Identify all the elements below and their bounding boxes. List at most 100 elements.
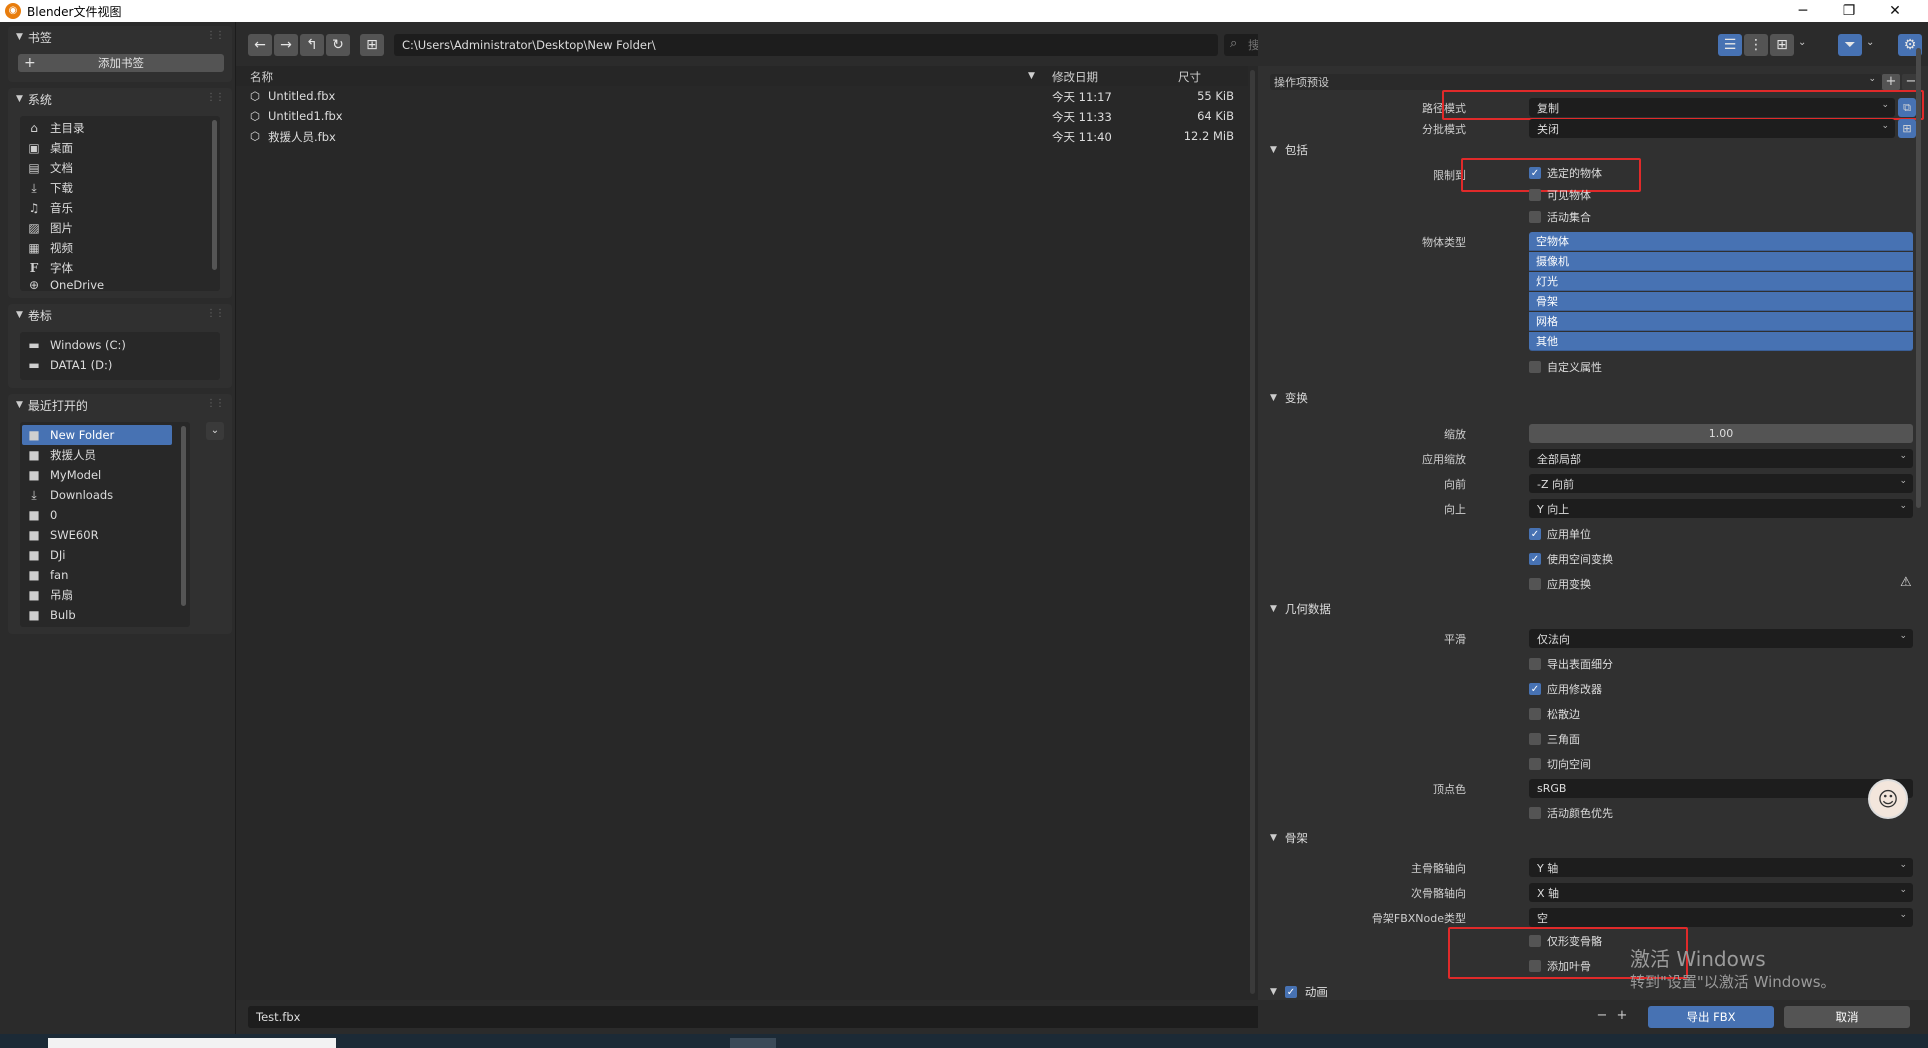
- list-view-icon[interactable]: ☰: [1718, 34, 1742, 56]
- recent-item[interactable]: ■ DJi: [26, 545, 65, 565]
- grid-view-icon[interactable]: ⊞: [1770, 34, 1794, 56]
- column-date-header[interactable]: 修改日期: [1052, 69, 1098, 85]
- sidebar-item-drive-d[interactable]: ▬ DATA1 (D:): [26, 355, 112, 375]
- add-bookmark-button[interactable]: + 添加书签: [18, 54, 224, 72]
- sidebar-item-desktop[interactable]: ▣ 桌面: [26, 138, 73, 158]
- up-select[interactable]: Y 向上 ⌄: [1529, 499, 1913, 518]
- apply-transform-checkbox[interactable]: 应用变换: [1529, 575, 1591, 593]
- subdivision-checkbox[interactable]: 导出表面细分: [1529, 655, 1613, 673]
- system-scrollbar[interactable]: [212, 120, 217, 270]
- visible-objects-checkbox[interactable]: 可见物体: [1529, 186, 1591, 204]
- smoothing-select[interactable]: 仅法向 ⌄: [1529, 629, 1913, 648]
- operator-presets[interactable]: 操作项预设 ⌄: [1270, 74, 1882, 90]
- sidebar-item-fonts[interactable]: F 字体: [26, 258, 73, 278]
- sidebar-item-drive-c[interactable]: ▬ Windows (C:): [26, 335, 126, 355]
- grip-icon[interactable]: ⋮⋮: [206, 92, 225, 103]
- recent-item-new-folder[interactable]: ■ New Folder: [22, 425, 172, 445]
- grip-icon[interactable]: ⋮⋮: [206, 308, 225, 319]
- sort-chevron-icon[interactable]: ▼: [1028, 71, 1035, 81]
- system-header[interactable]: ▼ 系统 ⋮⋮: [8, 88, 232, 110]
- tangent-space-checkbox[interactable]: 切向空间: [1529, 755, 1591, 773]
- batch-own-dir-icon[interactable]: ⊞: [1898, 119, 1916, 138]
- sidebar-item-pictures[interactable]: ▨ 图片: [26, 218, 73, 238]
- loose-edges-checkbox[interactable]: 松散边: [1529, 705, 1580, 723]
- taskbar-app[interactable]: [730, 1038, 776, 1048]
- recent-item[interactable]: ■ 吊扇: [26, 585, 73, 605]
- add-preset-button[interactable]: +: [1882, 74, 1900, 90]
- column-size-header[interactable]: 尺寸: [1178, 69, 1201, 85]
- back-arrow-icon[interactable]: ←: [248, 34, 272, 56]
- armature-section-header[interactable]: ▼ 骨架: [1270, 830, 1308, 846]
- sidebar-item-music[interactable]: ♫ 音乐: [26, 198, 73, 218]
- grip-icon[interactable]: ⋮⋮: [206, 30, 225, 41]
- assistant-avatar[interactable]: ☺: [1868, 779, 1908, 819]
- armature-node-type-select[interactable]: 空 ⌄: [1529, 908, 1913, 927]
- use-space-transform-checkbox[interactable]: ✓ 使用空间变换: [1529, 550, 1613, 568]
- object-type-empty[interactable]: 空物体: [1529, 232, 1913, 251]
- export-fbx-button[interactable]: 导出 FBX: [1648, 1006, 1774, 1028]
- object-type-armature[interactable]: 骨架: [1529, 292, 1913, 311]
- geometry-section-header[interactable]: ▼ 几何数据: [1270, 601, 1331, 617]
- triangulate-checkbox[interactable]: 三角面: [1529, 730, 1580, 748]
- check-icon[interactable]: ✓: [1284, 986, 1297, 998]
- forward-select[interactable]: -Z 向前 ⌄: [1529, 474, 1913, 493]
- bookmarks-header[interactable]: ▼ 书签 ⋮⋮: [8, 26, 232, 48]
- apply-unit-checkbox[interactable]: ✓ 应用单位: [1529, 525, 1591, 543]
- new-folder-icon[interactable]: ⊞: [360, 34, 384, 56]
- filter-icon[interactable]: ⏷: [1838, 34, 1862, 56]
- filter-chevron-down-icon[interactable]: ⌄: [1866, 37, 1874, 48]
- recent-item[interactable]: ■ Bulb: [26, 605, 75, 625]
- prioritize-active-color-checkbox[interactable]: 活动颜色优先: [1529, 804, 1613, 822]
- column-name-header[interactable]: 名称: [250, 69, 273, 85]
- active-collection-checkbox[interactable]: 活动集合: [1529, 208, 1591, 226]
- recent-item[interactable]: ■ MyModel: [26, 465, 101, 485]
- file-list-scrollbar[interactable]: [1250, 70, 1255, 994]
- recent-item[interactable]: ■ 救援人员: [26, 445, 96, 465]
- object-type-light[interactable]: 灯光: [1529, 272, 1913, 291]
- recent-item[interactable]: ■ fan: [26, 565, 68, 585]
- object-type-camera[interactable]: 摄像机: [1529, 252, 1913, 271]
- apply-scale-select[interactable]: 全部局部 ⌄: [1529, 449, 1913, 468]
- scale-slider[interactable]: 1.00: [1529, 424, 1913, 443]
- refresh-icon[interactable]: ↻: [326, 34, 350, 56]
- forward-arrow-icon[interactable]: →: [274, 34, 298, 56]
- thumb-view-icon[interactable]: ⋮: [1744, 34, 1768, 56]
- include-section-header[interactable]: ▼ 包括: [1270, 142, 1308, 158]
- cancel-button[interactable]: 取消: [1784, 1006, 1910, 1028]
- primary-bone-axis-select[interactable]: Y 轴 ⌄: [1529, 858, 1913, 877]
- parent-dir-icon[interactable]: ↰: [300, 34, 324, 56]
- restore-button[interactable]: ❐: [1826, 0, 1872, 22]
- decrement-filename-icon[interactable]: −: [1594, 1008, 1610, 1023]
- transform-section-header[interactable]: ▼ 变换: [1270, 390, 1308, 406]
- sidebar-item-home[interactable]: ⌂ 主目录: [26, 118, 84, 138]
- vertex-color-select[interactable]: sRGB: [1529, 779, 1913, 798]
- custom-props-checkbox[interactable]: 自定义属性: [1529, 358, 1602, 376]
- table-row[interactable]: ⬡ Untitled.fbx 今天 11:17 55 KiB: [236, 86, 1248, 106]
- volumes-header[interactable]: ▼ 卷标 ⋮⋮: [8, 304, 232, 326]
- view-chevron-down-icon[interactable]: ⌄: [1798, 37, 1806, 48]
- table-row[interactable]: ⬡ Untitled1.fbx 今天 11:33 64 KiB: [236, 106, 1248, 126]
- sidebar-item-documents[interactable]: ▤ 文档: [26, 158, 73, 178]
- animation-section-header[interactable]: ▼ ✓ 动画: [1270, 984, 1328, 1000]
- recent-scrollbar[interactable]: [181, 426, 186, 606]
- sidebar-item-video[interactable]: ▦ 视频: [26, 238, 73, 258]
- batch-mode-select[interactable]: 关闭 ⌄: [1529, 119, 1895, 138]
- close-button[interactable]: ✕: [1872, 0, 1918, 22]
- object-type-mesh[interactable]: 网格: [1529, 312, 1913, 331]
- sidebar-item-onedrive[interactable]: ⊕ OneDrive: [26, 278, 104, 292]
- object-type-other[interactable]: 其他: [1529, 332, 1913, 351]
- sidebar-item-downloads[interactable]: ⤓ 下载: [26, 178, 73, 198]
- recent-item[interactable]: ■ SWE60R: [26, 525, 98, 545]
- apply-modifiers-checkbox[interactable]: ✓ 应用修改器: [1529, 680, 1602, 698]
- recent-item[interactable]: ■ 0: [26, 505, 57, 525]
- settings-scrollbar[interactable]: [1916, 48, 1921, 508]
- grip-icon[interactable]: ⋮⋮: [206, 398, 225, 409]
- secondary-bone-axis-select[interactable]: X 轴 ⌄: [1529, 883, 1913, 902]
- recent-header[interactable]: ▼ 最近打开的 ⋮⋮: [8, 394, 232, 416]
- recent-menu-chevron-down-icon[interactable]: ⌄: [206, 422, 224, 440]
- recent-item[interactable]: ⤓ Downloads: [26, 485, 113, 505]
- increment-filename-icon[interactable]: +: [1614, 1008, 1630, 1023]
- path-input[interactable]: C:\Users\Administrator\Desktop\New Folde…: [394, 34, 1218, 56]
- table-row[interactable]: ⬡ 救援人员.fbx 今天 11:40 12.2 MiB: [236, 126, 1248, 146]
- taskbar-search[interactable]: [48, 1038, 336, 1048]
